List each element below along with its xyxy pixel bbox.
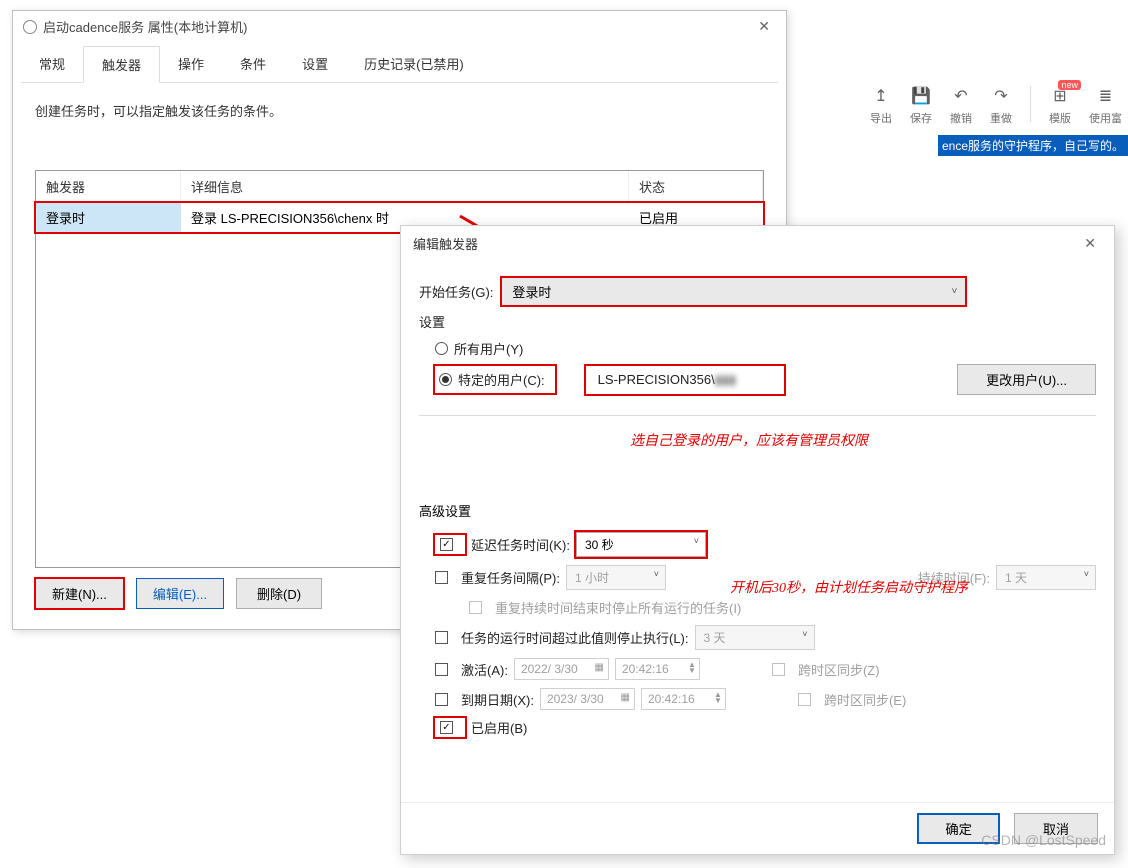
new-badge: new — [1058, 80, 1081, 90]
radio-specific-label: 特定的用户(C): — [458, 370, 545, 389]
tool-save[interactable]: 💾保存 — [910, 86, 932, 126]
stopif-label: 任务的运行时间超过此值则停止执行(L): — [461, 628, 689, 647]
activate-time[interactable]: 20:42:16▲▼ — [615, 658, 700, 680]
rich-icon: ≣ — [1096, 86, 1116, 106]
expire-date[interactable]: 2023/ 3/30▦ — [540, 688, 635, 710]
repeat-combo[interactable]: 1 小时 — [566, 565, 666, 590]
col-status[interactable]: 状态 — [629, 171, 763, 202]
radio-all-users[interactable] — [435, 342, 448, 355]
table-header: 触发器 详细信息 状态 — [36, 171, 763, 203]
watermark: CSDN @LostSpeed — [981, 832, 1106, 848]
save-icon: 💾 — [911, 86, 931, 106]
clock-icon — [23, 20, 37, 34]
repeat-stop-label: 重复持续时间结束时停止所有运行的任务(I) — [495, 598, 741, 617]
edit-trigger-dialog: 编辑触发器 ✕ 开始任务(G): 登录时 设置 所有用户(Y) 特定的用户(C)… — [400, 225, 1115, 855]
annotation-1: 选自己登录的用户，应该有管理员权限 — [630, 430, 868, 450]
row-trigger: 登录时 — [36, 203, 181, 232]
tool-redo[interactable]: ↷重做 — [990, 86, 1012, 126]
d2-title-text: 编辑触发器 — [413, 234, 478, 253]
tab-history[interactable]: 历史记录(已禁用) — [346, 46, 482, 82]
stopif-combo[interactable]: 3 天 — [695, 625, 815, 650]
tab-strip: 常规 触发器 操作 条件 设置 历史记录(已禁用) — [21, 46, 778, 83]
start-task-label: 开始任务(G): — [419, 282, 493, 301]
bg-toolbar: ↥导出 💾保存 ↶撤销 ↷重做 ⊞new模版 ≣使用富 — [864, 80, 1128, 132]
repeat-label: 重复任务间隔(P): — [461, 568, 560, 587]
sync1-checkbox — [772, 663, 785, 676]
change-user-button[interactable]: 更改用户(U)... — [957, 364, 1096, 395]
new-button[interactable]: 新建(N)... — [35, 578, 124, 609]
tab-settings[interactable]: 设置 — [284, 46, 346, 82]
settings-group-label: 设置 — [419, 312, 1096, 331]
tool-template[interactable]: ⊞new模版 — [1049, 86, 1071, 126]
start-task-combo[interactable]: 登录时 — [501, 277, 966, 306]
spinner-icon: ▲▼ — [714, 692, 722, 704]
edit-button[interactable]: 编辑(E)... — [136, 578, 224, 609]
activate-checkbox[interactable] — [435, 663, 448, 676]
sync2-label: 跨时区同步(E) — [824, 690, 906, 709]
d2-titlebar: 编辑触发器 ✕ — [401, 226, 1114, 261]
tool-undo[interactable]: ↶撤销 — [950, 86, 972, 126]
expire-checkbox[interactable] — [435, 693, 448, 706]
stopif-checkbox[interactable] — [435, 631, 448, 644]
radio-specific-user[interactable] — [439, 373, 452, 386]
export-icon: ↥ — [871, 86, 891, 106]
delete-button[interactable]: 删除(D) — [236, 578, 322, 609]
spinner-icon: ▲▼ — [688, 662, 696, 674]
delay-combo[interactable]: 30 秒 — [576, 532, 706, 557]
tab-conditions[interactable]: 条件 — [222, 46, 284, 82]
enabled-checkbox[interactable] — [440, 721, 453, 734]
activate-label: 激活(A): — [461, 660, 508, 679]
calendar-icon: ▦ — [621, 692, 630, 703]
undo-icon: ↶ — [951, 86, 971, 106]
tool-export[interactable]: ↥导出 — [870, 86, 892, 126]
tool-rich[interactable]: ≣使用富 — [1089, 86, 1122, 126]
duration-combo[interactable]: 1 天 — [996, 565, 1096, 590]
col-detail[interactable]: 详细信息 — [181, 171, 629, 202]
radio-all-label: 所有用户(Y) — [454, 339, 523, 358]
sync2-checkbox — [798, 693, 811, 706]
expire-label: 到期日期(X): — [461, 690, 534, 709]
col-trigger[interactable]: 触发器 — [36, 171, 181, 202]
tab-general[interactable]: 常规 — [21, 46, 83, 82]
delay-label: 延迟任务时间(K): — [471, 535, 570, 554]
dialog-title: 启动cadence服务 属性(本地计算机) — [43, 17, 247, 36]
annotation-2: 开机后30秒，由计划任务启动守护程序 — [730, 577, 968, 597]
delay-checkbox[interactable] — [440, 538, 453, 551]
redo-icon: ↷ — [991, 86, 1011, 106]
close-button[interactable]: ✕ — [752, 18, 776, 35]
enabled-label: 已启用(B) — [471, 718, 527, 737]
user-display: LS-PRECISION356\▮▮▮ — [585, 365, 785, 395]
tab-actions[interactable]: 操作 — [160, 46, 222, 82]
calendar-icon: ▦ — [595, 662, 604, 673]
advanced-settings-label: 高级设置 — [419, 501, 1096, 520]
repeat-checkbox[interactable] — [435, 571, 448, 584]
tab-description: 创建任务时，可以指定触发该任务的条件。 — [13, 83, 786, 130]
titlebar: 启动cadence服务 属性(本地计算机) ✕ — [13, 11, 786, 42]
d2-close-button[interactable]: ✕ — [1078, 235, 1102, 252]
sync1-label: 跨时区同步(Z) — [798, 660, 880, 679]
repeat-stop-checkbox — [469, 601, 482, 614]
bg-highlighted-text: ence服务的守护程序，自己写的。 — [938, 135, 1128, 156]
tab-triggers[interactable]: 触发器 — [83, 46, 160, 83]
expire-time[interactable]: 20:42:16▲▼ — [641, 688, 726, 710]
activate-date[interactable]: 2022/ 3/30▦ — [514, 658, 609, 680]
